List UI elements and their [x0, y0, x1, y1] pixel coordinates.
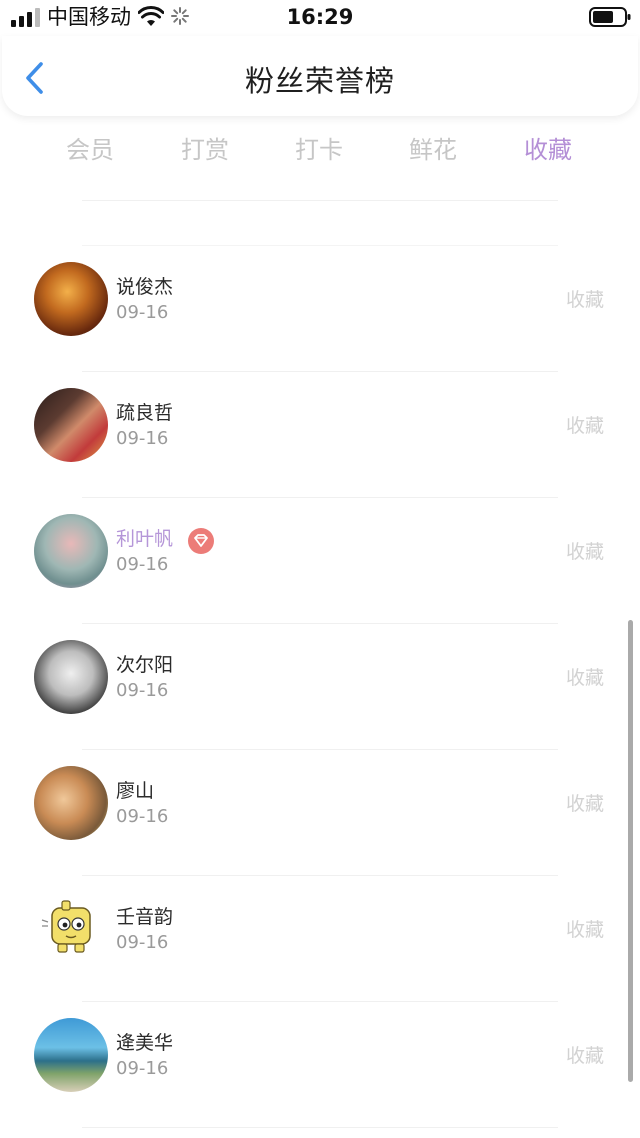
vip-diamond-icon — [188, 528, 214, 554]
fan-name: 疏良哲 — [116, 402, 174, 424]
list-item[interactable]: 次尔阳 09-16 收藏 — [0, 624, 640, 750]
fan-list: 说俊杰 09-16 收藏 疏良哲 09-16 收藏 利叶帆 09-16 收藏 次… — [0, 178, 640, 1138]
avatar — [34, 892, 108, 966]
favorite-action[interactable]: 收藏 — [566, 288, 604, 312]
list-item[interactable]: 利叶帆 09-16 收藏 — [0, 498, 640, 624]
avatar — [34, 766, 108, 840]
tab-flowers[interactable]: 鲜花 — [409, 132, 457, 168]
fan-date: 09-16 — [116, 554, 169, 575]
header-bar: 粉丝荣誉榜 — [2, 36, 638, 116]
fan-name: 逄美华 — [116, 1032, 174, 1054]
avatar — [34, 262, 108, 336]
fan-name: 廖山 — [116, 780, 155, 802]
list-item[interactable]: 壬音韵 09-16 收藏 — [0, 876, 640, 1002]
list-divider — [82, 200, 558, 201]
list-item-partial[interactable] — [0, 178, 640, 200]
favorite-action[interactable]: 收藏 — [566, 1044, 604, 1068]
avatar — [34, 514, 108, 588]
list-item[interactable]: 说俊杰 09-16 收藏 — [0, 246, 640, 372]
fan-date: 09-16 — [116, 1058, 169, 1079]
fan-date: 09-16 — [116, 932, 169, 953]
fan-name: 利叶帆 — [116, 528, 174, 550]
list-item[interactable]: 廖山 09-16 收藏 — [0, 750, 640, 876]
favorite-action[interactable]: 收藏 — [566, 918, 604, 942]
avatar — [34, 388, 108, 462]
diamond-icon — [194, 534, 208, 547]
cartoon-avatar-icon — [41, 900, 91, 953]
fan-date: 09-16 — [116, 302, 169, 323]
list-item[interactable]: 逄美华 09-16 收藏 — [0, 1002, 640, 1128]
favorite-action[interactable]: 收藏 — [566, 792, 604, 816]
tab-members[interactable]: 会员 — [66, 132, 114, 168]
category-tabs: 会员 打赏 打卡 鲜花 收藏 — [0, 122, 640, 178]
list-item[interactable]: 疏良哲 09-16 收藏 — [0, 372, 640, 498]
status-time: 16:29 — [286, 5, 354, 29]
fan-date: 09-16 — [116, 428, 169, 449]
fan-name: 说俊杰 — [116, 276, 174, 298]
fan-name: 壬音韵 — [116, 906, 174, 928]
tab-checkin[interactable]: 打卡 — [295, 132, 343, 168]
page-title: 粉丝荣誉榜 — [244, 64, 395, 98]
fan-name: 次尔阳 — [116, 654, 174, 676]
status-bar: 中国移动 16:29 — [0, 0, 640, 36]
favorite-action[interactable]: 收藏 — [566, 666, 604, 690]
app-screen: 中国移动 16:29 粉丝荣誉榜 会员 打赏 打卡 鲜花 收藏 说俊杰 09-1… — [0, 0, 640, 1138]
list-divider — [82, 1127, 558, 1128]
tab-rewards[interactable]: 打赏 — [181, 132, 229, 168]
fan-date: 09-16 — [116, 680, 169, 701]
favorite-action[interactable]: 收藏 — [566, 540, 604, 564]
favorite-action[interactable]: 收藏 — [566, 414, 604, 438]
avatar — [34, 1018, 108, 1092]
tab-favorites[interactable]: 收藏 — [524, 132, 572, 168]
battery-icon — [589, 7, 631, 27]
avatar — [34, 640, 108, 714]
scrollbar[interactable] — [628, 620, 633, 1082]
fan-date: 09-16 — [116, 806, 169, 827]
